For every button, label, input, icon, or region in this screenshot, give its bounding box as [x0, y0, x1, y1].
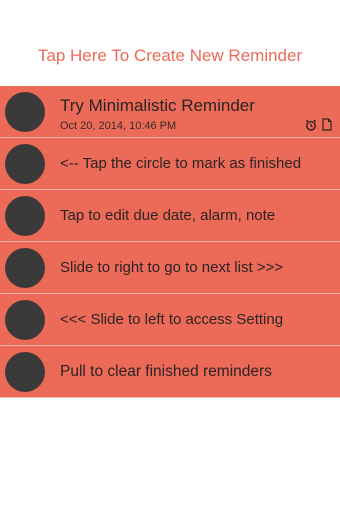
reminder-row[interactable]: Tap to edit due date, alarm, note [0, 190, 340, 242]
reminder-row[interactable]: Pull to clear finished reminders [0, 346, 340, 398]
complete-circle-button[interactable] [5, 247, 45, 288]
reminder-due-date: Oct 20, 2014, 10:46 PM [60, 120, 177, 132]
complete-circle-button[interactable] [5, 195, 45, 236]
complete-circle-button[interactable] [5, 299, 45, 340]
reminder-row[interactable]: Slide to right to go to next list >>> [0, 242, 340, 294]
reminder-list: Try Minimalistic Reminder Oct 20, 2014, … [0, 86, 340, 398]
reminder-screen: Tap Here To Create New Reminder Try Mini… [0, 0, 340, 510]
reminder-title: <<< Slide to left to access Setting [60, 311, 284, 328]
reminder-row[interactable]: Try Minimalistic Reminder Oct 20, 2014, … [0, 86, 340, 138]
reminder-title: Slide to right to go to next list >>> [60, 259, 284, 276]
alarm-icon [305, 119, 317, 131]
complete-circle-button[interactable] [5, 143, 45, 184]
reminder-row[interactable]: <<< Slide to left to access Setting [0, 294, 340, 346]
reminder-title: Pull to clear finished reminders [60, 362, 272, 380]
reminder-title: Tap to edit due date, alarm, note [60, 207, 276, 224]
reminder-row[interactable]: <-- Tap the circle to mark as finished [0, 138, 340, 190]
reminder-title: Try Minimalistic Reminder [60, 96, 255, 115]
note-icon [322, 118, 332, 131]
create-reminder-button[interactable]: Tap Here To Create New Reminder [0, 40, 340, 72]
reminder-status-icons [305, 118, 332, 131]
reminder-title: <-- Tap the circle to mark as finished [60, 155, 302, 172]
complete-circle-button[interactable] [5, 351, 45, 392]
complete-circle-button[interactable] [5, 91, 45, 132]
